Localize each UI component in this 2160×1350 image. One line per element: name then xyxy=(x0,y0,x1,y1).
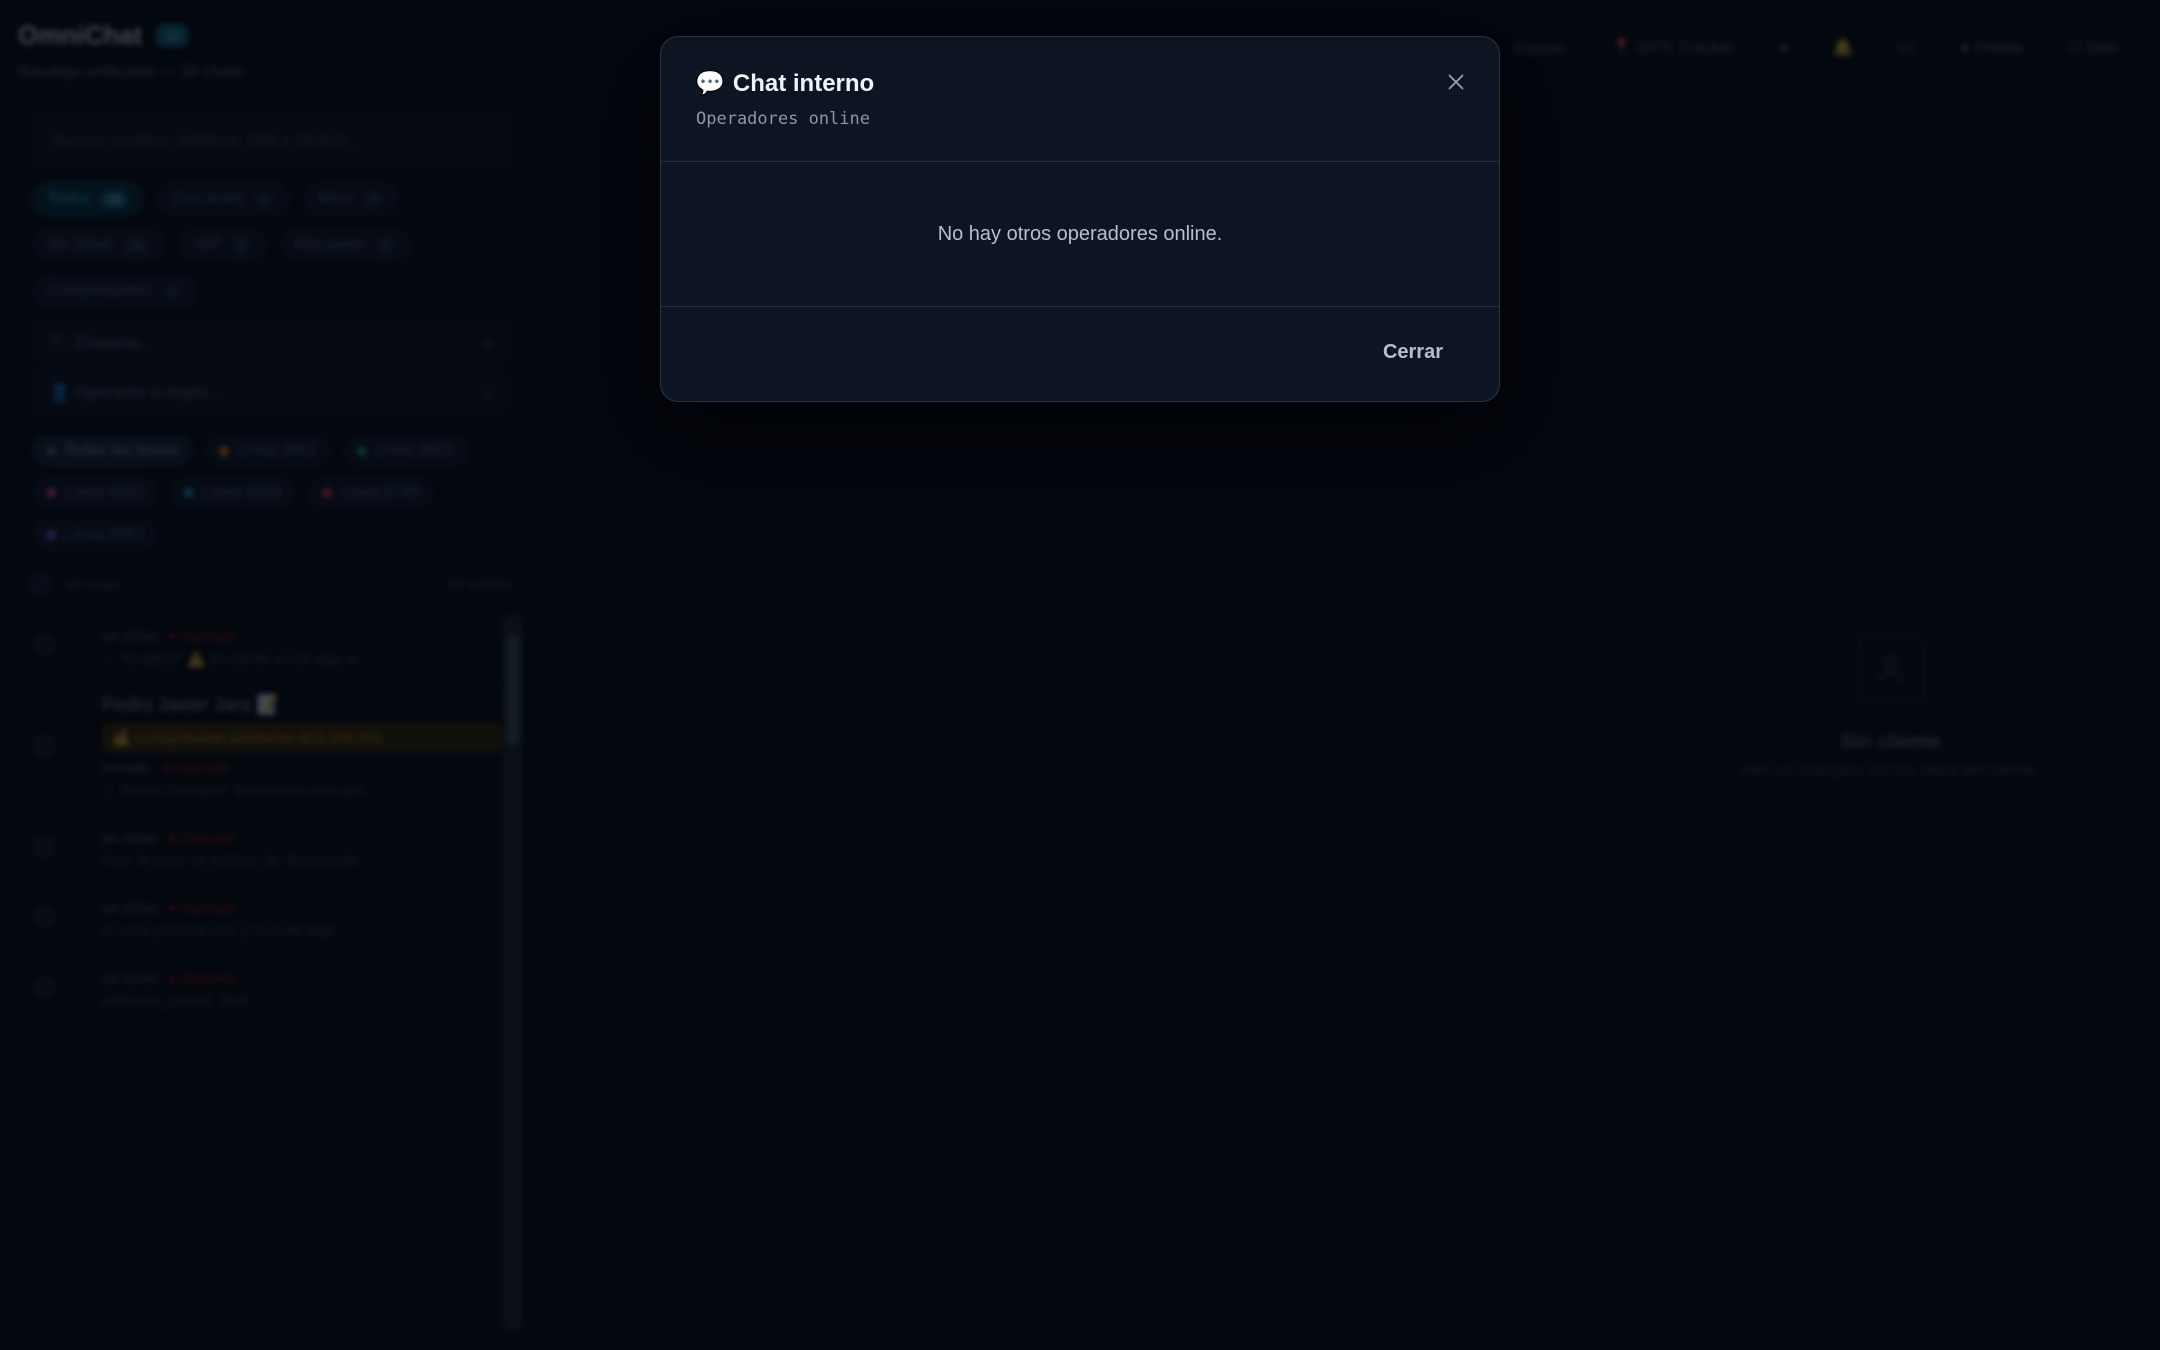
speech-bubble-icon: 💬 xyxy=(695,70,725,97)
modal-subtitle: Operadores online xyxy=(696,109,870,129)
close-button[interactable] xyxy=(1443,69,1469,95)
close-icon xyxy=(1448,74,1464,90)
internal-chat-modal: 💬 Chat interno Operadores online No hay … xyxy=(660,36,1500,402)
modal-header: 💬 Chat interno Operadores online xyxy=(661,37,1499,162)
modal-body: No hay otros operadores online. xyxy=(661,162,1499,307)
empty-operators-message: No hay otros operadores online. xyxy=(937,222,1223,245)
cerrar-button[interactable]: Cerrar xyxy=(1383,341,1443,364)
modal-title-text: Chat interno xyxy=(732,69,875,97)
modal-footer: Cerrar xyxy=(661,307,1499,401)
modal-title: 💬 Chat interno xyxy=(695,69,874,98)
